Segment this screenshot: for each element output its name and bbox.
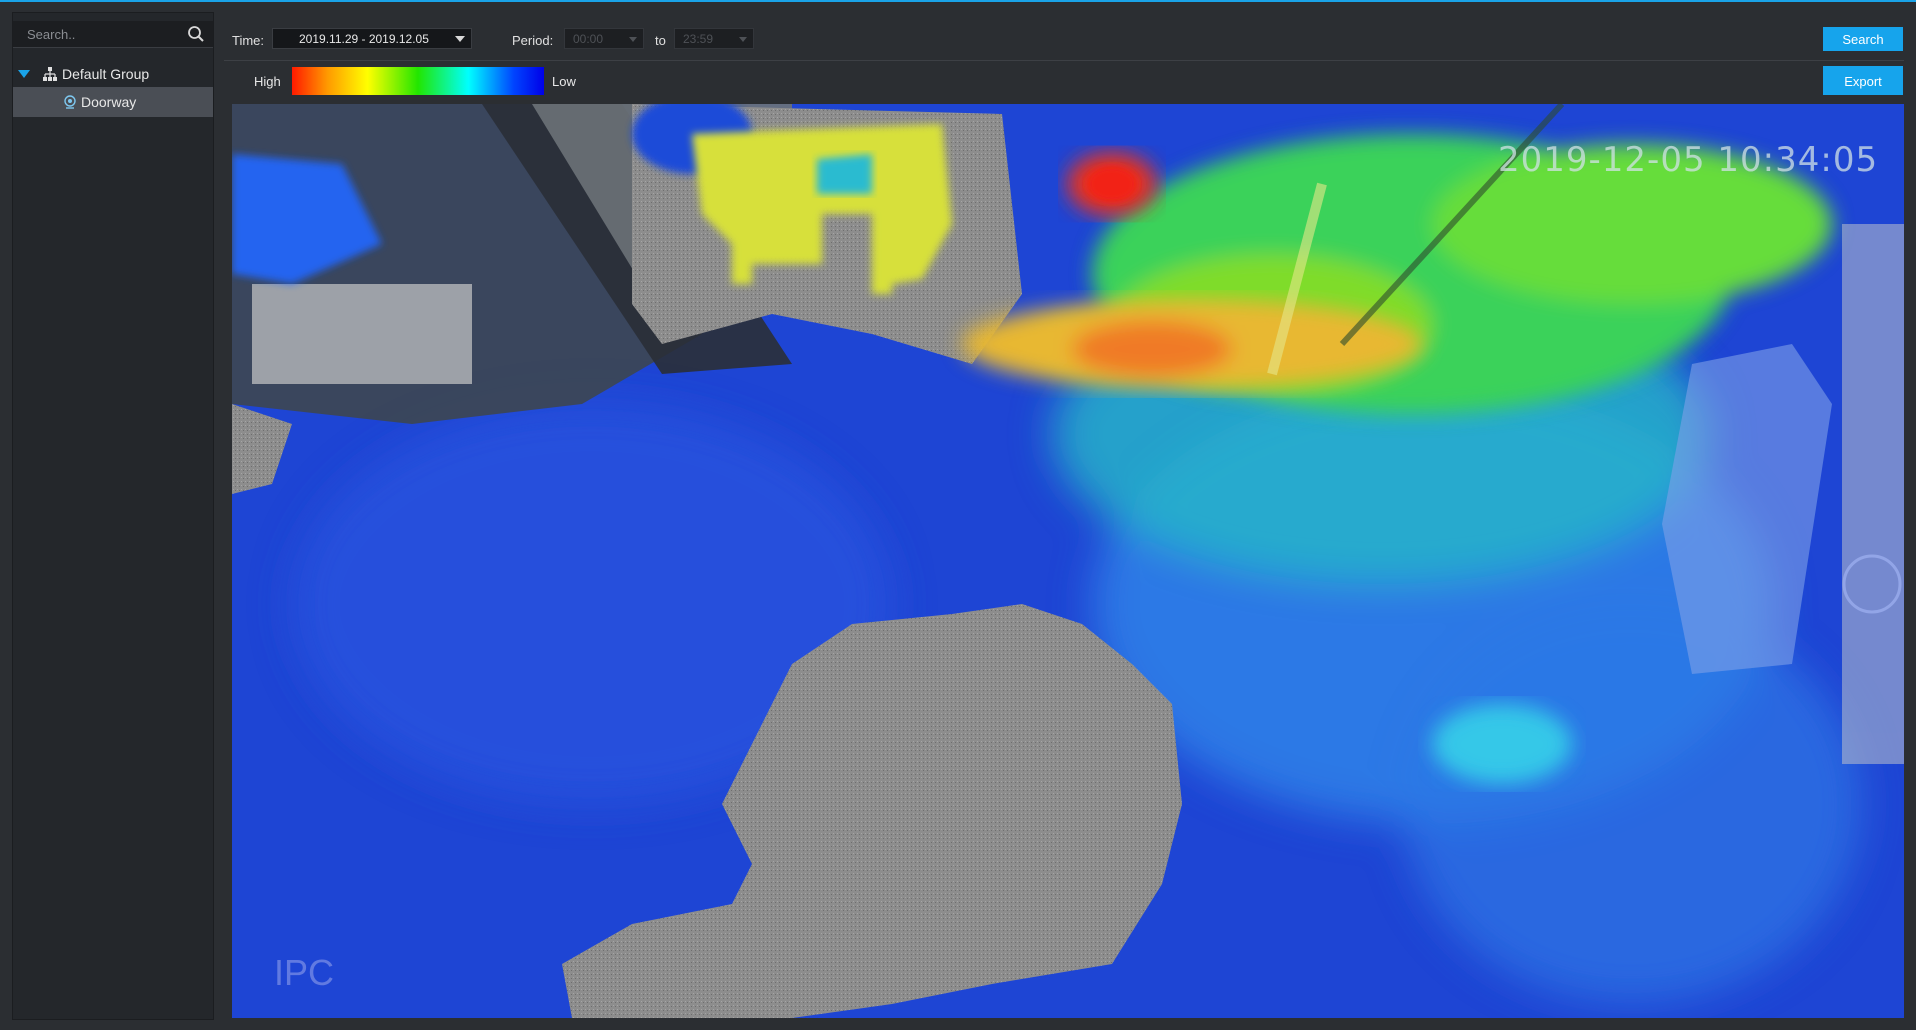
period-end-field[interactable]: 23:59 xyxy=(674,28,754,49)
organization-icon xyxy=(43,67,57,81)
legend-high-label: High xyxy=(254,74,281,89)
video-timestamp: 2019-12-05 10:34:05 xyxy=(1498,140,1879,180)
chevron-down-icon xyxy=(739,37,747,42)
channel-watermark: IPC xyxy=(274,952,335,993)
tree-item-doorway[interactable]: Doorway xyxy=(13,87,213,117)
chevron-down-icon xyxy=(455,36,465,42)
expand-caret-icon[interactable] xyxy=(18,70,30,78)
heatmap-image xyxy=(232,104,1904,1018)
legend-low-label: Low xyxy=(552,74,576,89)
camera-icon xyxy=(64,95,76,109)
search-button[interactable]: Search xyxy=(1823,27,1903,51)
legend-gradient-bar xyxy=(292,67,544,95)
device-tree-panel: Default Group Doorway xyxy=(12,12,214,1020)
tree-group-label: Default Group xyxy=(62,66,150,82)
chevron-down-icon xyxy=(629,37,637,42)
date-range-select[interactable]: 2019.11.29 - 2019.12.05 xyxy=(272,28,472,49)
tree-item-label: Doorway xyxy=(81,94,137,110)
export-button[interactable]: Export xyxy=(1823,66,1903,95)
tree-group-default[interactable]: Default Group xyxy=(13,61,213,87)
heat-legend: High Low Export xyxy=(224,66,1904,102)
time-label: Time: xyxy=(232,33,265,48)
device-search-input[interactable] xyxy=(13,21,173,47)
top-accent-line xyxy=(0,0,1916,2)
date-range-value: 2019.11.29 - 2019.12.05 xyxy=(299,32,429,46)
period-end-value: 23:59 xyxy=(683,32,714,46)
period-label: Period: xyxy=(512,33,554,48)
period-start-field[interactable]: 00:00 xyxy=(564,28,644,49)
heatmap-view: 2019-12-05 10:34:05 IPC xyxy=(232,104,1904,1018)
search-icon[interactable] xyxy=(187,25,205,43)
to-label: to xyxy=(655,33,666,48)
device-search-box xyxy=(13,21,213,48)
filter-toolbar: Time: 2019.11.29 - 2019.12.05 Period: 00… xyxy=(224,18,1904,61)
period-start-value: 00:00 xyxy=(573,32,604,46)
